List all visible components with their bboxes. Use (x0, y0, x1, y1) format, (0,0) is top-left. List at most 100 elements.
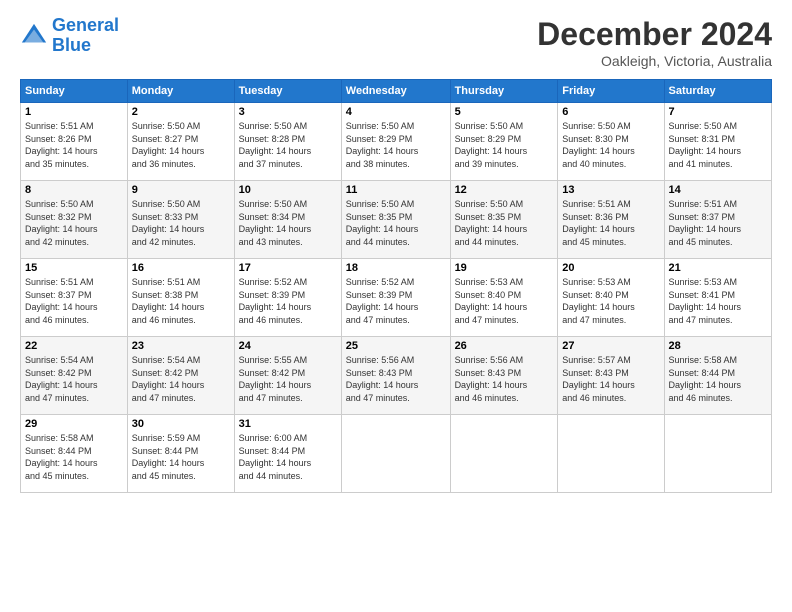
day-number: 29 (25, 418, 123, 430)
day-number: 24 (239, 340, 337, 352)
calendar-table: SundayMondayTuesdayWednesdayThursdayFrid… (20, 79, 772, 493)
col-header-thursday: Thursday (450, 80, 558, 103)
day-number: 19 (455, 262, 554, 274)
day-cell-26: 26 Sunrise: 5:56 AM Sunset: 8:43 PM Dayli… (450, 337, 558, 415)
day-cell-11: 11Sunrise: 5:50 AM Sunset: 8:35 PM Dayli… (341, 181, 450, 259)
day-info: Sunrise: 5:55 AM Sunset: 8:42 PM Dayligh… (239, 354, 337, 404)
calendar-header-row: SundayMondayTuesdayWednesdayThursdayFrid… (21, 80, 772, 103)
day-info: Sunrise: 5:53 AM Sunset: 8:41 PM Dayligh… (669, 276, 767, 326)
day-cell-5: 5 Sunrise: 5:50 AM Sunset: 8:29 PM Daylig… (450, 103, 558, 181)
day-info: Sunrise: 5:50 AM Sunset: 8:32 PM Dayligh… (25, 198, 123, 248)
day-info: Sunrise: 5:53 AM Sunset: 8:40 PM Dayligh… (562, 276, 659, 326)
day-info: Sunrise: 5:51 AM Sunset: 8:36 PM Dayligh… (562, 198, 659, 248)
day-info: Sunrise: 5:54 AM Sunset: 8:42 PM Dayligh… (132, 354, 230, 404)
day-number: 10 (239, 184, 337, 196)
day-info: Sunrise: 6:00 AM Sunset: 8:44 PM Dayligh… (239, 432, 337, 482)
empty-cell (450, 415, 558, 493)
location-subtitle: Oakleigh, Victoria, Australia (537, 53, 772, 69)
day-number: 8 (25, 184, 123, 196)
day-cell-28: 28 Sunrise: 5:58 AM Sunset: 8:44 PM Dayli… (664, 337, 771, 415)
day-info: Sunrise: 5:51 AM Sunset: 8:26 PM Dayligh… (25, 120, 123, 170)
col-header-wednesday: Wednesday (341, 80, 450, 103)
empty-cell (558, 415, 664, 493)
day-info: Sunrise: 5:58 AM Sunset: 8:44 PM Dayligh… (25, 432, 123, 482)
day-number: 20 (562, 262, 659, 274)
col-header-friday: Friday (558, 80, 664, 103)
day-number: 2 (132, 106, 230, 118)
day-cell-19: 19 Sunrise: 5:53 AM Sunset: 8:40 PM Dayli… (450, 259, 558, 337)
day-number: 17 (239, 262, 337, 274)
day-number: 6 (562, 106, 659, 118)
day-cell-25: 25 Sunrise: 5:56 AM Sunset: 8:43 PM Dayli… (341, 337, 450, 415)
col-header-sunday: Sunday (21, 80, 128, 103)
day-info: Sunrise: 5:50 AM Sunset: 8:31 PM Dayligh… (669, 120, 767, 170)
empty-cell (664, 415, 771, 493)
day-cell-23: 23 Sunrise: 5:54 AM Sunset: 8:42 PM Dayli… (127, 337, 234, 415)
day-number: 26 (455, 340, 554, 352)
day-number: 15 (25, 262, 123, 274)
day-cell-24: 24 Sunrise: 5:55 AM Sunset: 8:42 PM Dayli… (234, 337, 341, 415)
day-info: Sunrise: 5:50 AM Sunset: 8:34 PM Dayligh… (239, 198, 337, 248)
day-info: Sunrise: 5:56 AM Sunset: 8:43 PM Dayligh… (346, 354, 446, 404)
day-cell-15: 15 Sunrise: 5:51 AM Sunset: 8:37 PM Dayli… (21, 259, 128, 337)
day-number: 9 (132, 184, 230, 196)
day-cell-2: 2 Sunrise: 5:50 AM Sunset: 8:27 PM Daylig… (127, 103, 234, 181)
day-number: 5 (455, 106, 554, 118)
logo-text: General Blue (52, 16, 119, 56)
day-number: 31 (239, 418, 337, 430)
day-info: Sunrise: 5:50 AM Sunset: 8:35 PM Dayligh… (346, 198, 446, 248)
day-cell-27: 27Sunrise: 5:57 AM Sunset: 8:43 PM Dayli… (558, 337, 664, 415)
day-number: 21 (669, 262, 767, 274)
day-cell-10: 10 Sunrise: 5:50 AM Sunset: 8:34 PM Dayli… (234, 181, 341, 259)
col-header-saturday: Saturday (664, 80, 771, 103)
day-number: 23 (132, 340, 230, 352)
logo-icon (20, 22, 48, 50)
day-cell-30: 30Sunrise: 5:59 AM Sunset: 8:44 PM Dayli… (127, 415, 234, 493)
day-info: Sunrise: 5:54 AM Sunset: 8:42 PM Dayligh… (25, 354, 123, 404)
day-cell-20: 20 Sunrise: 5:53 AM Sunset: 8:40 PM Dayli… (558, 259, 664, 337)
day-info: Sunrise: 5:51 AM Sunset: 8:37 PM Dayligh… (25, 276, 123, 326)
day-info: Sunrise: 5:50 AM Sunset: 8:29 PM Dayligh… (346, 120, 446, 170)
month-title: December 2024 (537, 16, 772, 53)
day-info: Sunrise: 5:50 AM Sunset: 8:35 PM Dayligh… (455, 198, 554, 248)
day-info: Sunrise: 5:58 AM Sunset: 8:44 PM Dayligh… (669, 354, 767, 404)
day-info: Sunrise: 5:50 AM Sunset: 8:27 PM Dayligh… (132, 120, 230, 170)
day-cell-4: 4 Sunrise: 5:50 AM Sunset: 8:29 PM Daylig… (341, 103, 450, 181)
day-number: 25 (346, 340, 446, 352)
col-header-tuesday: Tuesday (234, 80, 341, 103)
day-info: Sunrise: 5:59 AM Sunset: 8:44 PM Dayligh… (132, 432, 230, 482)
day-number: 27 (562, 340, 659, 352)
page: General Blue December 2024 Oakleigh, Vic… (0, 0, 792, 612)
day-number: 18 (346, 262, 446, 274)
day-info: Sunrise: 5:56 AM Sunset: 8:43 PM Dayligh… (455, 354, 554, 404)
day-info: Sunrise: 5:52 AM Sunset: 8:39 PM Dayligh… (346, 276, 446, 326)
day-cell-21: 21 Sunrise: 5:53 AM Sunset: 8:41 PM Dayli… (664, 259, 771, 337)
day-number: 14 (669, 184, 767, 196)
day-info: Sunrise: 5:52 AM Sunset: 8:39 PM Dayligh… (239, 276, 337, 326)
header: General Blue December 2024 Oakleigh, Vic… (20, 16, 772, 69)
day-number: 22 (25, 340, 123, 352)
logo: General Blue (20, 16, 119, 56)
day-cell-22: 22 Sunrise: 5:54 AM Sunset: 8:42 PM Dayli… (21, 337, 128, 415)
day-cell-6: 6 Sunrise: 5:50 AM Sunset: 8:30 PM Daylig… (558, 103, 664, 181)
day-info: Sunrise: 5:50 AM Sunset: 8:30 PM Dayligh… (562, 120, 659, 170)
logo-line2: Blue (52, 36, 119, 56)
day-cell-14: 14 Sunrise: 5:51 AM Sunset: 8:37 PM Dayli… (664, 181, 771, 259)
day-info: Sunrise: 5:53 AM Sunset: 8:40 PM Dayligh… (455, 276, 554, 326)
logo-line1: General (52, 15, 119, 35)
day-cell-12: 12 Sunrise: 5:50 AM Sunset: 8:35 PM Dayli… (450, 181, 558, 259)
day-info: Sunrise: 5:50 AM Sunset: 8:29 PM Dayligh… (455, 120, 554, 170)
day-number: 28 (669, 340, 767, 352)
empty-cell (341, 415, 450, 493)
day-cell-29: 29 Sunrise: 5:58 AM Sunset: 8:44 PM Dayli… (21, 415, 128, 493)
col-header-monday: Monday (127, 80, 234, 103)
day-number: 4 (346, 106, 446, 118)
day-info: Sunrise: 5:50 AM Sunset: 8:33 PM Dayligh… (132, 198, 230, 248)
day-cell-7: 7 Sunrise: 5:50 AM Sunset: 8:31 PM Daylig… (664, 103, 771, 181)
day-cell-31: 31 Sunrise: 6:00 AM Sunset: 8:44 PM Dayli… (234, 415, 341, 493)
day-cell-16: 16Sunrise: 5:51 AM Sunset: 8:38 PM Dayli… (127, 259, 234, 337)
day-number: 7 (669, 106, 767, 118)
day-number: 12 (455, 184, 554, 196)
day-info: Sunrise: 5:51 AM Sunset: 8:37 PM Dayligh… (669, 198, 767, 248)
day-number: 1 (25, 106, 123, 118)
